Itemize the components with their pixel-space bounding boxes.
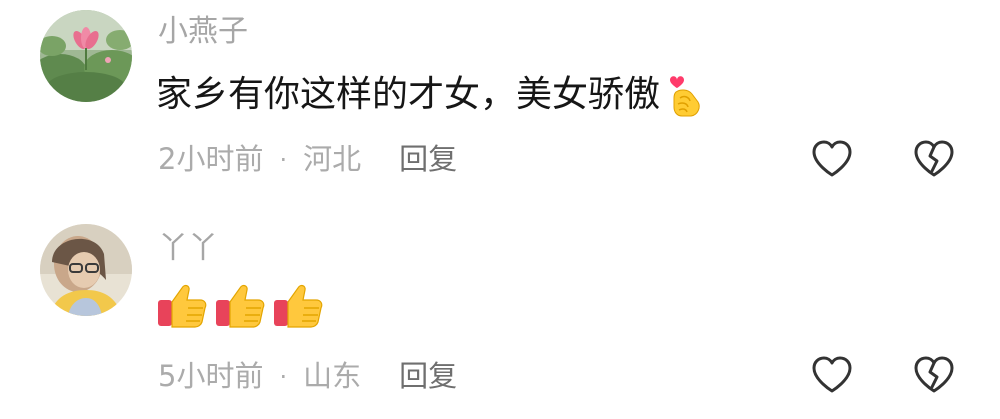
dislike-button[interactable] — [912, 355, 956, 395]
portrait-avatar-image — [40, 224, 132, 316]
comment-meta: 2小时前 · 河北 回复 — [158, 145, 457, 174]
comment-text: 家乡有你这样的才女，美女骄傲 — [156, 72, 706, 118]
avatar[interactable] — [40, 10, 132, 102]
thumbs-up-icon — [274, 284, 323, 328]
username[interactable]: 丫丫 — [158, 234, 218, 264]
meta-separator: · — [279, 145, 288, 174]
like-button[interactable] — [810, 139, 854, 179]
like-button[interactable] — [810, 355, 854, 395]
thumbs-up-icon — [158, 284, 207, 328]
heart-outline-icon — [812, 356, 852, 393]
location: 山东 — [303, 359, 362, 393]
heart-hands-icon — [670, 76, 700, 117]
comment-meta: 5小时前 · 山东 回复 — [158, 362, 457, 391]
comment-emoji-row — [156, 280, 324, 330]
avatar[interactable] — [40, 224, 132, 316]
comment-item: 丫丫 5小时前 · 山东 回复 — [0, 210, 1000, 419]
thumbs-up-icon — [216, 284, 265, 328]
comment-text-content: 家乡有你这样的才女，美女骄傲 — [156, 74, 661, 115]
reply-button[interactable]: 回复 — [399, 362, 457, 391]
broken-heart-outline-icon — [914, 140, 954, 177]
timestamp: 2小时前 — [158, 142, 264, 176]
username[interactable]: 小燕子 — [158, 17, 248, 47]
broken-heart-outline-icon — [914, 356, 954, 393]
reply-button[interactable]: 回复 — [399, 145, 457, 174]
location: 河北 — [303, 142, 362, 176]
timestamp: 5小时前 — [158, 359, 264, 393]
heart-outline-icon — [812, 140, 852, 177]
comment-item: 小燕子 家乡有你这样的才女，美女骄傲 2小时前 · 河北 回复 — [0, 0, 1000, 205]
lotus-avatar-image — [40, 10, 132, 102]
dislike-button[interactable] — [912, 139, 956, 179]
meta-separator: · — [279, 362, 288, 391]
